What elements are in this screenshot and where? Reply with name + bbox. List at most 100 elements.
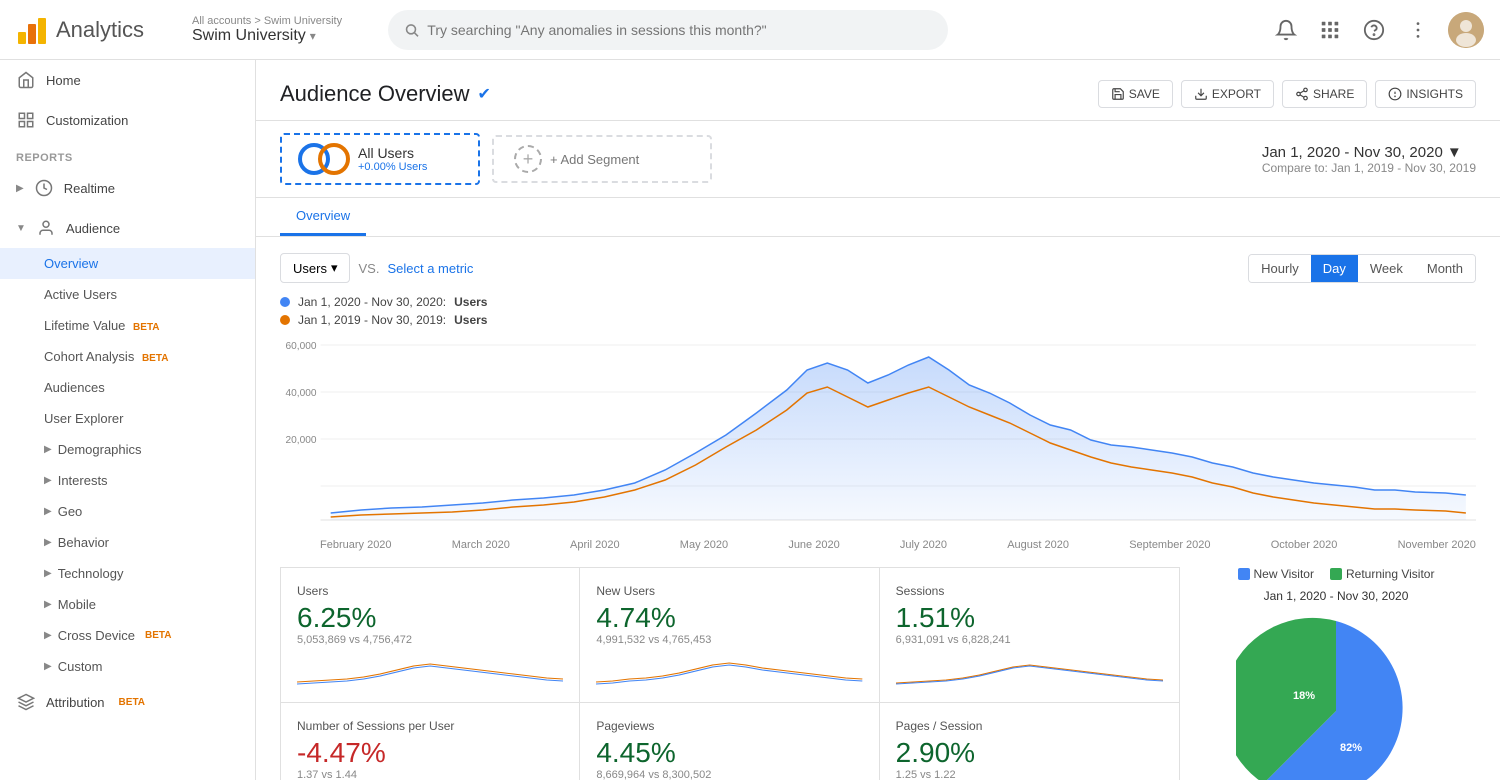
share-icon [1295, 87, 1309, 101]
sidebar-sub-item-overview[interactable]: Overview [0, 248, 255, 279]
realtime-icon [34, 178, 54, 198]
sidebar-sub-item-cohort[interactable]: Cohort Analysis BETA [0, 341, 255, 372]
audiences-label: Audiences [44, 380, 105, 395]
metric-card-pages-session: Pages / Session 2.90% 1.25 vs 1.22 [880, 703, 1179, 780]
x-label-nov: November 2020 [1398, 539, 1476, 551]
metric-pct-pages-session: 2.90% [896, 737, 1163, 769]
home-icon [16, 70, 36, 90]
sidebar-sub-item-user-explorer[interactable]: User Explorer [0, 403, 255, 434]
lifetime-value-label: Lifetime Value [44, 318, 125, 333]
sidebar-expandable-demographics[interactable]: ▶ Demographics [0, 434, 255, 465]
notifications-icon[interactable] [1272, 16, 1300, 44]
sidebar-sub-item-lifetime-value[interactable]: Lifetime Value BETA [0, 310, 255, 341]
metric-chevron-icon: ▾ [331, 260, 338, 276]
sidebar-expandable-cross-device[interactable]: ▶ Cross Device BETA [0, 620, 255, 651]
more-icon[interactable] [1404, 16, 1432, 44]
account-name[interactable]: Swim University ▾ [192, 27, 372, 45]
top-nav: Analytics All accounts > Swim University… [0, 0, 1500, 60]
segment-circles [298, 143, 350, 175]
x-label-jul: July 2020 [900, 539, 947, 551]
tabs-bar: Overview [256, 198, 1500, 237]
metric-compare-sessions-per-user: 1.37 vs 1.44 [297, 769, 563, 780]
technology-expand-icon: ▶ [44, 568, 52, 579]
metrics-grid: Users 6.25% 5,053,869 vs 4,756,472 New U… [280, 567, 1180, 780]
time-controls: Hourly Day Week Month [1248, 254, 1476, 283]
time-week[interactable]: Week [1358, 255, 1415, 282]
sidebar-sub-item-audiences[interactable]: Audiences [0, 372, 255, 403]
pie-dot-returning-visitor [1330, 568, 1342, 580]
cross-device-expand-icon: ▶ [44, 630, 52, 641]
insights-button[interactable]: INSIGHTS [1375, 80, 1476, 108]
mobile-expand-icon: ▶ [44, 599, 52, 610]
sidebar-expandable-geo[interactable]: ▶ Geo [0, 496, 255, 527]
share-button[interactable]: SHARE [1282, 80, 1367, 108]
lifetime-value-beta: BETA [133, 322, 159, 333]
main-layout: Home Customization REPORTS ▶ Realtime [0, 60, 1500, 780]
x-label-mar: March 2020 [452, 539, 510, 551]
time-month[interactable]: Month [1415, 255, 1475, 282]
search-bar[interactable] [388, 10, 948, 50]
help-icon[interactable] [1360, 16, 1388, 44]
save-icon [1111, 87, 1125, 101]
pie-legend: New Visitor Returning Visitor [1238, 567, 1435, 581]
nav-icons [1272, 12, 1484, 48]
sidebar-expandable-custom[interactable]: ▶ Custom [0, 651, 255, 682]
search-input[interactable] [427, 22, 932, 38]
logo-area: Analytics [16, 14, 176, 46]
sidebar-expandable-behavior[interactable]: ▶ Behavior [0, 527, 255, 558]
segment-info: All Users +0.00% Users [358, 145, 427, 173]
metric-card-new-users: New Users 4.74% 4,991,532 vs 4,765,453 [580, 568, 879, 703]
sidebar-item-realtime[interactable]: ▶ Realtime [0, 168, 255, 208]
sidebar-expandable-technology[interactable]: ▶ Technology [0, 558, 255, 589]
cross-device-beta: BETA [145, 630, 171, 641]
custom-expand-icon: ▶ [44, 661, 52, 672]
sidebar-expandable-mobile[interactable]: ▶ Mobile [0, 589, 255, 620]
demographics-label: Demographics [58, 442, 142, 457]
attribution-label: Attribution [46, 695, 105, 710]
time-day[interactable]: Day [1311, 255, 1358, 282]
sidebar-item-audience[interactable]: ▼ Audience [0, 208, 255, 248]
logo-text: Analytics [56, 17, 144, 43]
metric-dropdown[interactable]: Users ▾ [280, 253, 350, 283]
sidebar-item-attribution[interactable]: Attribution BETA [0, 682, 255, 722]
custom-label: Custom [58, 659, 103, 674]
realtime-label: Realtime [64, 181, 115, 196]
tab-overview[interactable]: Overview [280, 198, 366, 236]
segment-name: All Users [358, 145, 427, 161]
verified-icon: ✔ [478, 84, 491, 104]
svg-text:20,000: 20,000 [286, 435, 317, 446]
user-avatar[interactable] [1448, 12, 1484, 48]
select-metric-link[interactable]: Select a metric [387, 261, 473, 276]
sidebar-item-home[interactable]: Home [0, 60, 255, 100]
apps-icon[interactable] [1316, 16, 1344, 44]
all-users-segment[interactable]: All Users +0.00% Users [280, 133, 480, 185]
metric-sparkline-new-users [596, 654, 862, 686]
metric-sparkline-sessions [896, 654, 1163, 686]
account-selector[interactable]: All accounts > Swim University Swim Univ… [192, 15, 372, 45]
pie-legend-new: New Visitor [1238, 567, 1314, 581]
metric-selector: Users ▾ VS. Select a metric [280, 253, 473, 283]
metric-label-sessions: Sessions [896, 584, 1163, 598]
new-visitor-label: New Visitor [1254, 567, 1314, 581]
audience-expand-icon: ▼ [16, 223, 26, 234]
add-segment[interactable]: + + Add Segment [492, 135, 712, 183]
x-label-oct: October 2020 [1271, 539, 1338, 551]
behavior-expand-icon: ▶ [44, 537, 52, 548]
metric-label-new-users: New Users [596, 584, 862, 598]
x-label-jun: June 2020 [788, 539, 839, 551]
legend-item-2020: Jan 1, 2020 - Nov 30, 2020: Users [280, 295, 1476, 309]
metric-compare-pageviews: 8,669,964 vs 8,300,502 [596, 769, 862, 780]
date-chevron-icon: ▼ [1447, 144, 1462, 161]
date-range[interactable]: Jan 1, 2020 - Nov 30, 2020 ▼ Compare to:… [1262, 144, 1476, 175]
pie-legend-returning: Returning Visitor [1330, 567, 1435, 581]
sidebar-item-customization[interactable]: Customization [0, 100, 255, 140]
time-hourly[interactable]: Hourly [1249, 255, 1311, 282]
reports-section-label: REPORTS [0, 140, 255, 168]
date-range-main[interactable]: Jan 1, 2020 - Nov 30, 2020 ▼ [1262, 144, 1476, 161]
sidebar-expandable-interests[interactable]: ▶ Interests [0, 465, 255, 496]
sidebar-sub-item-active-users[interactable]: Active Users [0, 279, 255, 310]
circle-orange [318, 143, 350, 175]
save-button[interactable]: SAVE [1098, 80, 1173, 108]
legend-dot-orange [280, 315, 290, 325]
export-button[interactable]: EXPORT [1181, 80, 1274, 108]
